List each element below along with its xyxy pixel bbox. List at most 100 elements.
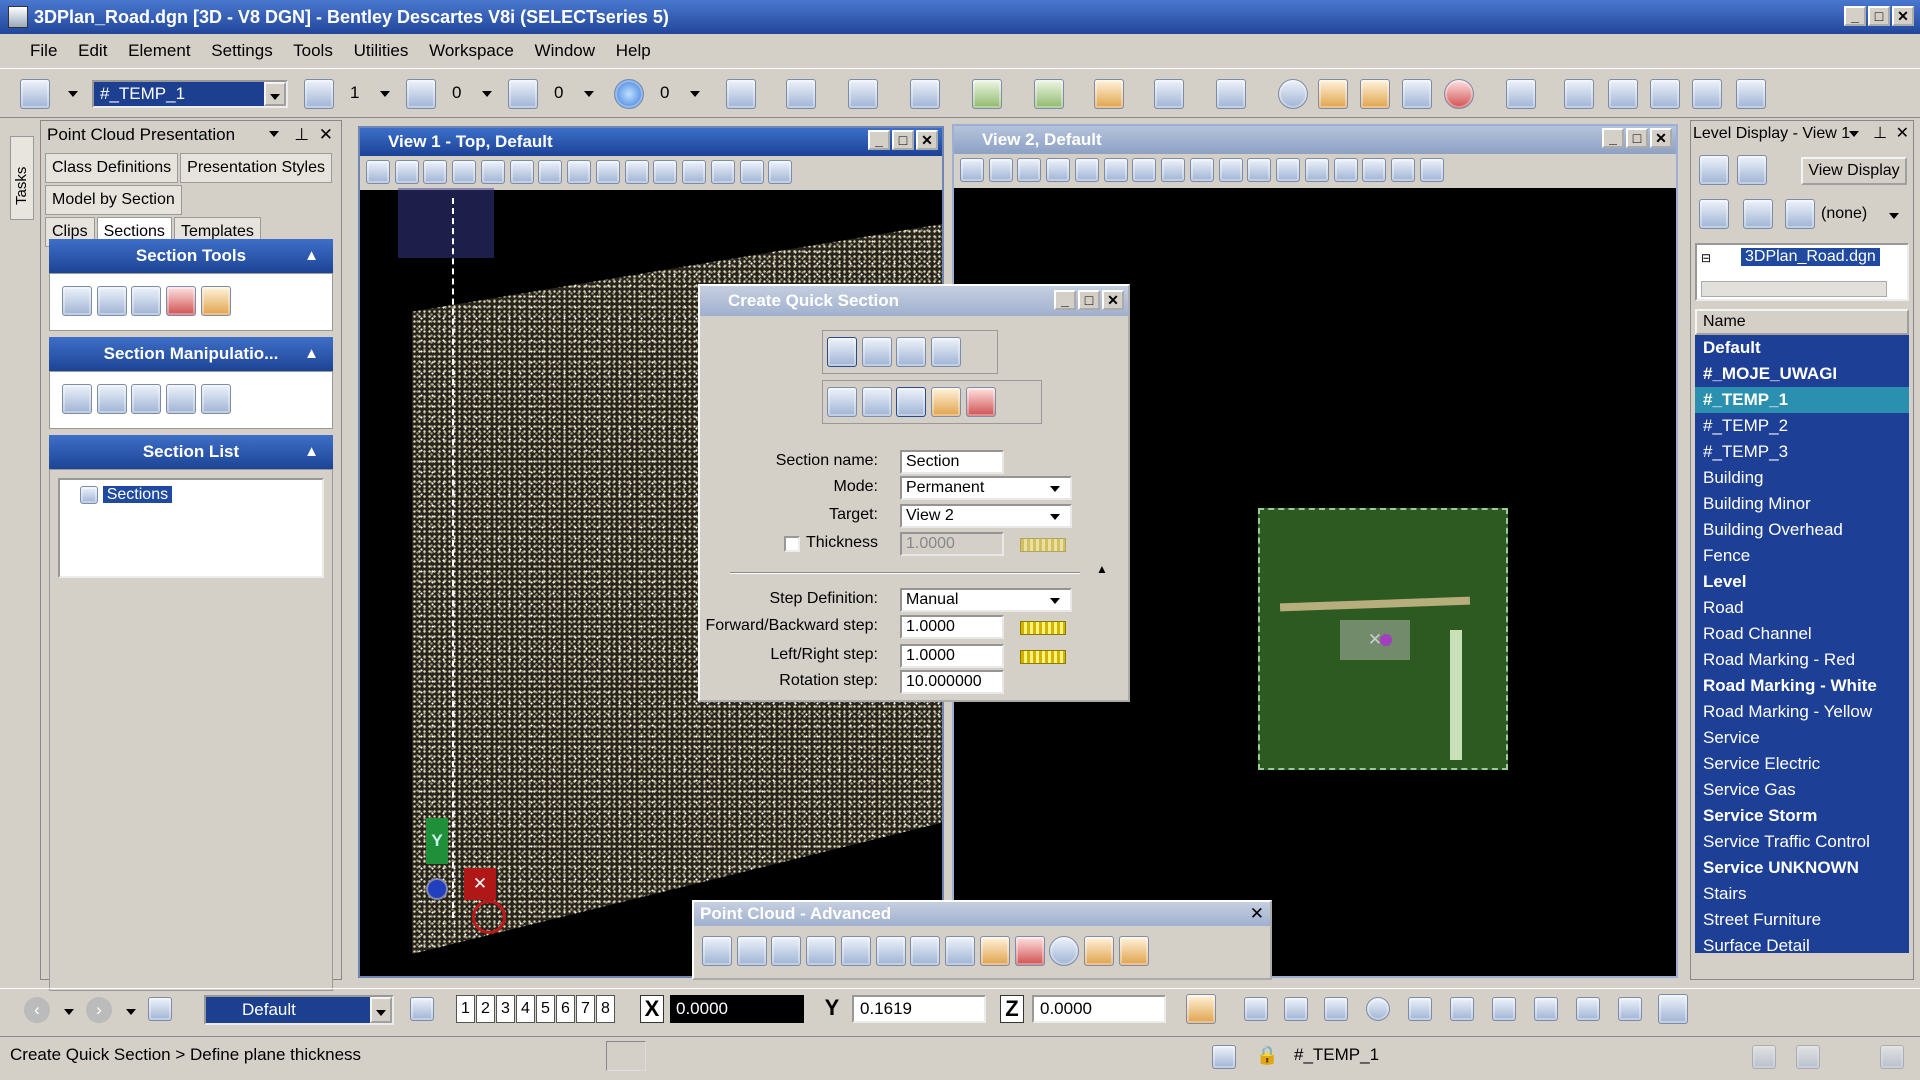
panel-close-icon[interactable]: ✕ xyxy=(319,121,333,149)
back-dropdown[interactable] xyxy=(64,1009,74,1015)
references-icon[interactable] xyxy=(848,79,878,109)
level-item[interactable]: #_TEMP_3 xyxy=(1695,439,1909,465)
menu-workspace[interactable]: Workspace xyxy=(429,41,514,60)
line-weight-dropdown[interactable] xyxy=(584,91,594,97)
snap-center-icon[interactable] xyxy=(1366,997,1390,1021)
zoom-out-icon[interactable] xyxy=(1103,158,1128,182)
step-side-icon[interactable] xyxy=(200,384,231,414)
stop-icon[interactable] xyxy=(1444,79,1474,109)
pc-advanced-close[interactable]: ✕ xyxy=(1250,902,1264,926)
snap-mode-icon[interactable] xyxy=(1658,994,1688,1024)
maximize-button[interactable]: □ xyxy=(1868,6,1890,26)
view2-manipulator-arrow[interactable]: ✕ xyxy=(1340,620,1410,660)
thickness-checkbox[interactable] xyxy=(784,536,800,552)
close-button[interactable]: ✕ xyxy=(1892,6,1914,26)
view2-section-box[interactable]: ✕ xyxy=(1258,508,1508,770)
active-level-dropdown[interactable] xyxy=(264,82,286,106)
line-style-icon[interactable] xyxy=(406,79,436,109)
forward-backward-step-input[interactable]: 1.0000 xyxy=(900,615,1004,639)
level-name-column-header[interactable]: Name xyxy=(1695,309,1909,335)
level-item[interactable]: Building Overhead xyxy=(1695,517,1909,543)
collapse-icon[interactable]: ▲ xyxy=(304,435,319,469)
pc-cloud-icon[interactable] xyxy=(771,936,802,966)
view2-close[interactable]: ✕ xyxy=(1650,128,1672,148)
back-icon[interactable]: ‹ xyxy=(24,997,50,1023)
level-item[interactable]: #_MOJE_UWAGI xyxy=(1695,361,1909,387)
copy-icon[interactable] xyxy=(1564,79,1594,109)
level-display-settings-icon[interactable] xyxy=(1737,155,1767,185)
display-style-icon[interactable] xyxy=(988,158,1013,182)
align-to-element-icon[interactable] xyxy=(965,387,996,417)
pc-classify-icon[interactable] xyxy=(806,936,837,966)
snap-tangent-icon[interactable] xyxy=(1534,997,1558,1021)
create-section-icon[interactable] xyxy=(62,286,92,316)
plane-section-icon[interactable] xyxy=(827,337,857,367)
window-area-icon[interactable] xyxy=(538,160,563,184)
tab-model-by-section[interactable]: Model by Section xyxy=(45,185,182,215)
level-item[interactable]: Road xyxy=(1695,595,1909,621)
view-button-7[interactable]: 7 xyxy=(576,995,595,1023)
horizontal-plane-icon[interactable] xyxy=(861,387,892,417)
fb-ruler-icon[interactable] xyxy=(1020,621,1066,635)
snap-nearest-icon[interactable] xyxy=(1284,997,1308,1021)
pc-clip-icon[interactable] xyxy=(840,936,871,966)
mode-select[interactable]: Permanent xyxy=(900,476,1072,500)
previous-view-icon[interactable] xyxy=(1276,158,1301,182)
update-view-icon[interactable] xyxy=(1046,158,1071,182)
view2-maximize[interactable]: □ xyxy=(1626,128,1648,148)
menu-tools[interactable]: Tools xyxy=(293,41,333,60)
draw-line-icon[interactable] xyxy=(827,387,857,417)
clip-mask-icon[interactable] xyxy=(768,160,793,184)
window-area-icon[interactable] xyxy=(1132,158,1157,182)
terrain-icon[interactable] xyxy=(972,79,1002,109)
scale-icon[interactable] xyxy=(1692,79,1722,109)
pc-import-icon[interactable] xyxy=(945,936,976,966)
collapse-icon[interactable]: ▲ xyxy=(304,337,319,371)
mirror-icon[interactable] xyxy=(1736,79,1766,109)
rotate-left-icon[interactable] xyxy=(131,384,162,414)
update-view-icon[interactable] xyxy=(452,160,477,184)
zoom-in-icon[interactable] xyxy=(480,160,505,184)
menu-file[interactable]: File xyxy=(30,41,57,60)
level-item[interactable]: Service Traffic Control xyxy=(1695,829,1909,855)
previous-view-icon[interactable] xyxy=(682,160,707,184)
clip-mask-icon[interactable] xyxy=(1362,158,1387,182)
lighting-icon[interactable] xyxy=(423,160,448,184)
y-coordinate-field[interactable]: 0.1619 xyxy=(852,995,986,1023)
fit-view-icon[interactable] xyxy=(567,160,592,184)
active-level-select[interactable]: #_TEMP_1 xyxy=(92,80,288,108)
models-icon[interactable] xyxy=(148,997,172,1021)
view-button-1[interactable]: 1 xyxy=(456,995,475,1023)
level-item[interactable]: #_TEMP_1 xyxy=(1695,387,1909,413)
model-select[interactable]: Default xyxy=(204,995,394,1025)
snap-icon[interactable] xyxy=(1154,79,1184,109)
pc-tools-icon[interactable] xyxy=(1084,936,1115,966)
move-icon[interactable] xyxy=(1608,79,1638,109)
pc-split-icon[interactable] xyxy=(1014,936,1045,966)
camera-icon[interactable] xyxy=(1391,158,1416,182)
dialog-maximize[interactable]: □ xyxy=(1078,290,1100,310)
model-dropdown[interactable] xyxy=(370,997,392,1023)
align-to-view-icon[interactable] xyxy=(931,387,962,417)
menu-window[interactable]: Window xyxy=(535,41,595,60)
zoom-in-icon[interactable] xyxy=(1074,158,1099,182)
lighting-icon[interactable] xyxy=(1017,158,1042,182)
tree-expand-icon[interactable]: ⊟ xyxy=(1701,251,1711,265)
level-item[interactable]: Service Storm xyxy=(1695,803,1909,829)
next-view-icon[interactable] xyxy=(710,160,735,184)
level-manager-icon[interactable] xyxy=(20,79,50,109)
models-icon[interactable] xyxy=(1034,79,1064,109)
rotate-icon[interactable] xyxy=(1650,79,1680,109)
levels-icon[interactable] xyxy=(1094,79,1124,109)
view-button-3[interactable]: 3 xyxy=(496,995,515,1023)
level-manager-dropdown[interactable] xyxy=(68,91,78,97)
status-sheet-icon[interactable] xyxy=(1880,1045,1904,1069)
snap-midpoint-icon[interactable] xyxy=(1324,997,1348,1021)
tree-view-icon[interactable] xyxy=(1743,199,1773,229)
file-tree-item[interactable]: 3DPlan_Road.dgn xyxy=(1741,248,1880,266)
view2-manipulator-dot[interactable] xyxy=(1380,634,1392,646)
transparency-dropdown[interactable] xyxy=(690,91,700,97)
line-section-icon[interactable] xyxy=(931,337,962,367)
snap-keypoint-icon[interactable] xyxy=(1244,997,1268,1021)
rotation-step-input[interactable]: 10.000000 xyxy=(900,670,1004,694)
